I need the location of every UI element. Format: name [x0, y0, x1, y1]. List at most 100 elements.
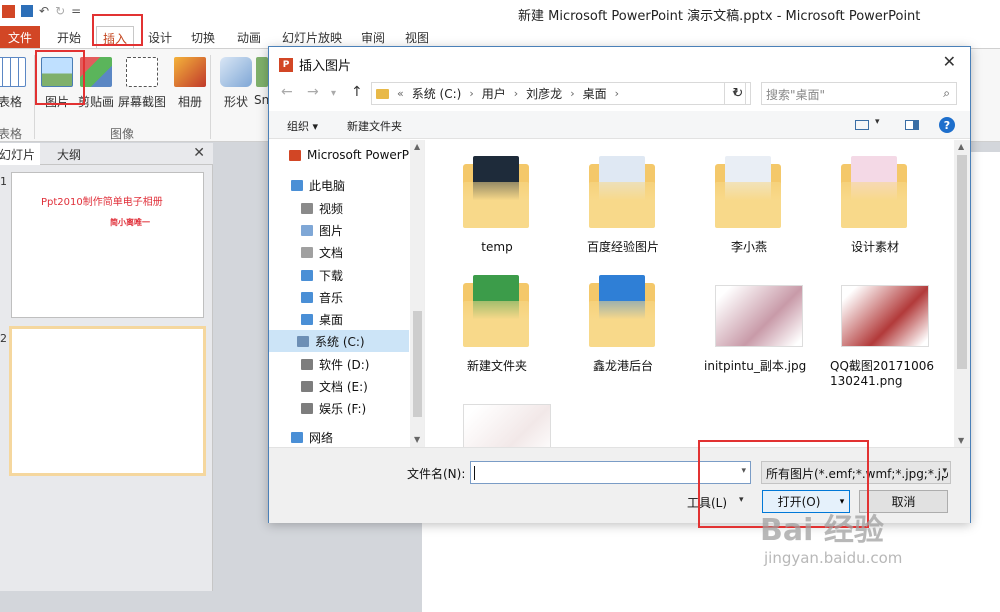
chevron-right-icon[interactable]: › [570, 87, 574, 100]
undo-icon[interactable]: ↶ [39, 4, 49, 18]
picture-button[interactable]: 图片 [41, 57, 73, 110]
nav-item-label: 图片 [319, 223, 344, 238]
chevron-right-icon[interactable]: › [615, 87, 619, 100]
nav-item-label: 音乐 [319, 290, 344, 305]
table-button-label: 表格 [0, 95, 22, 109]
nav-item[interactable]: 图片 [269, 219, 409, 241]
chevron-right-icon[interactable]: › [469, 87, 473, 100]
tab-slides[interactable]: 幻灯片 [0, 143, 41, 165]
file-type-select[interactable]: 所有图片(*.emf;*.wmf;*.jpg;*.jp ▾ [761, 461, 951, 484]
nav-item-label: 文档 [319, 245, 344, 260]
clipart-button[interactable]: 剪贴画 [78, 57, 114, 110]
screenshot-icon [126, 57, 158, 87]
image-file-item[interactable]: QQ截图20171006130241.png [816, 273, 934, 389]
file-list-scrollbar-thumb[interactable] [957, 155, 967, 369]
scroll-down-icon[interactable]: ▼ [958, 436, 964, 445]
slide-title: Ppt2010制作简单电子相册 [41, 197, 163, 208]
photo-album-button[interactable]: 相册 [174, 57, 206, 110]
file-name: QQ截图20171006130241.png [830, 359, 934, 388]
breadcrumb-item[interactable]: 系统 (C:) [412, 85, 462, 102]
address-bar[interactable]: « 系统 (C:) › 用户 › 刘彦龙 › 桌面 › [371, 82, 725, 105]
smartart-button[interactable]: Sn [254, 57, 269, 107]
nav-item[interactable]: 此电脑 [269, 174, 409, 196]
tab-file[interactable]: 文件 [0, 26, 40, 48]
shapes-button-label: 形状 [223, 95, 248, 109]
desktop-folder-icon [301, 313, 313, 325]
folder-item[interactable]: 设计素材 [816, 154, 934, 255]
image-file-item[interactable] [438, 392, 556, 447]
chevron-down-icon[interactable]: ▾ [942, 466, 947, 476]
nav-item[interactable]: 网络 [269, 426, 409, 447]
scroll-down-icon[interactable]: ▼ [414, 435, 420, 444]
change-view-icon[interactable] [855, 120, 869, 130]
nav-item[interactable]: 系统 (C:) [269, 330, 409, 352]
folder-item[interactable]: temp [438, 154, 556, 255]
forward-arrow-icon[interactable]: → [307, 84, 319, 100]
pc-icon [291, 179, 303, 191]
screenshot-button[interactable]: 屏幕截图 [118, 57, 166, 110]
filename-input[interactable]: ▾ [470, 461, 751, 484]
new-folder-button[interactable]: 新建文件夹 [347, 118, 402, 134]
slide-thumbnail-2[interactable] [9, 326, 206, 476]
shapes-button[interactable]: 形状 [220, 57, 252, 110]
tab-transitions[interactable]: 切换 [191, 29, 215, 46]
slide-thumbnail-1[interactable]: Ppt2010制作简单电子相册 简小离唯一 [11, 172, 204, 318]
nav-item[interactable]: Microsoft PowerP [269, 144, 409, 166]
chevron-right-icon[interactable]: › [514, 87, 518, 100]
nav-item[interactable]: 文档 [269, 241, 409, 263]
nav-item[interactable]: 软件 (D:) [269, 353, 409, 375]
table-button[interactable]: 表格 [0, 57, 26, 110]
breadcrumb-item[interactable]: 用户 [482, 85, 506, 102]
back-arrow-icon[interactable]: ← [281, 84, 293, 100]
breadcrumb-item[interactable]: 刘彦龙 [526, 85, 562, 102]
help-icon[interactable]: ? [939, 117, 955, 133]
scroll-up-icon[interactable]: ▲ [958, 142, 964, 151]
ribbon-separator [34, 55, 35, 139]
scroll-up-icon[interactable]: ▲ [414, 142, 420, 151]
tools-button[interactable]: 工具(L) [687, 494, 727, 511]
search-input[interactable]: 搜索"桌面" ⌕ [761, 82, 957, 105]
redo-icon[interactable]: ↻ [55, 4, 65, 18]
view-dropdown-icon[interactable]: ▾ [875, 117, 880, 127]
chevron-down-icon[interactable]: ▾ [741, 466, 746, 476]
image-file-item[interactable]: initpintu_副本.jpg [690, 273, 808, 374]
slide-number: 2 [0, 332, 7, 345]
preview-pane-icon[interactable] [905, 120, 919, 130]
nav-item[interactable]: 娱乐 (F:) [269, 397, 409, 419]
qat-separator[interactable]: = [71, 4, 81, 18]
breadcrumb-overflow[interactable]: « [397, 87, 404, 100]
tab-outline[interactable]: 大纲 [57, 146, 81, 163]
nav-scrollbar-thumb[interactable] [413, 311, 422, 417]
dialog-close-icon[interactable]: ✕ [943, 52, 956, 71]
nav-item[interactable]: 音乐 [269, 286, 409, 308]
tab-home[interactable]: 开始 [57, 29, 81, 46]
nav-item[interactable]: 文档 (E:) [269, 375, 409, 397]
tab-view[interactable]: 视图 [405, 29, 429, 46]
folder-item[interactable]: 百度经验图片 [564, 154, 682, 255]
drive-icon [301, 380, 313, 392]
recent-dropdown-icon[interactable]: ▾ [331, 88, 336, 99]
folder-item[interactable]: 新建文件夹 [438, 273, 556, 374]
organize-button[interactable]: 组织 ▾ [287, 118, 318, 134]
tab-design[interactable]: 设计 [148, 29, 172, 46]
folder-icon [457, 154, 537, 236]
close-icon[interactable]: ✕ [193, 145, 205, 161]
tab-animations[interactable]: 动画 [237, 29, 261, 46]
folder-item[interactable]: 李小燕 [690, 154, 808, 255]
text-caret [474, 466, 475, 480]
tab-slideshow[interactable]: 幻灯片放映 [282, 29, 342, 46]
file-name: 鑫龙港后台 [592, 359, 653, 373]
folder-item[interactable]: 鑫龙港后台 [564, 273, 682, 374]
search-icon[interactable]: ⌕ [943, 86, 950, 101]
nav-item[interactable]: 下载 [269, 264, 409, 286]
tab-review[interactable]: 审阅 [361, 29, 385, 46]
filename-label: 文件名(N): [407, 467, 466, 481]
nav-item[interactable]: 视频 [269, 197, 409, 219]
tools-dropdown-icon[interactable]: ▾ [739, 495, 744, 505]
breadcrumb-item[interactable]: 桌面 [583, 85, 607, 102]
refresh-icon[interactable]: ↻ [726, 82, 751, 105]
up-arrow-icon[interactable]: ↑ [351, 84, 363, 100]
nav-item[interactable]: 桌面 [269, 308, 409, 330]
save-icon[interactable] [21, 5, 33, 17]
tab-insert[interactable]: 插入 [96, 26, 135, 48]
